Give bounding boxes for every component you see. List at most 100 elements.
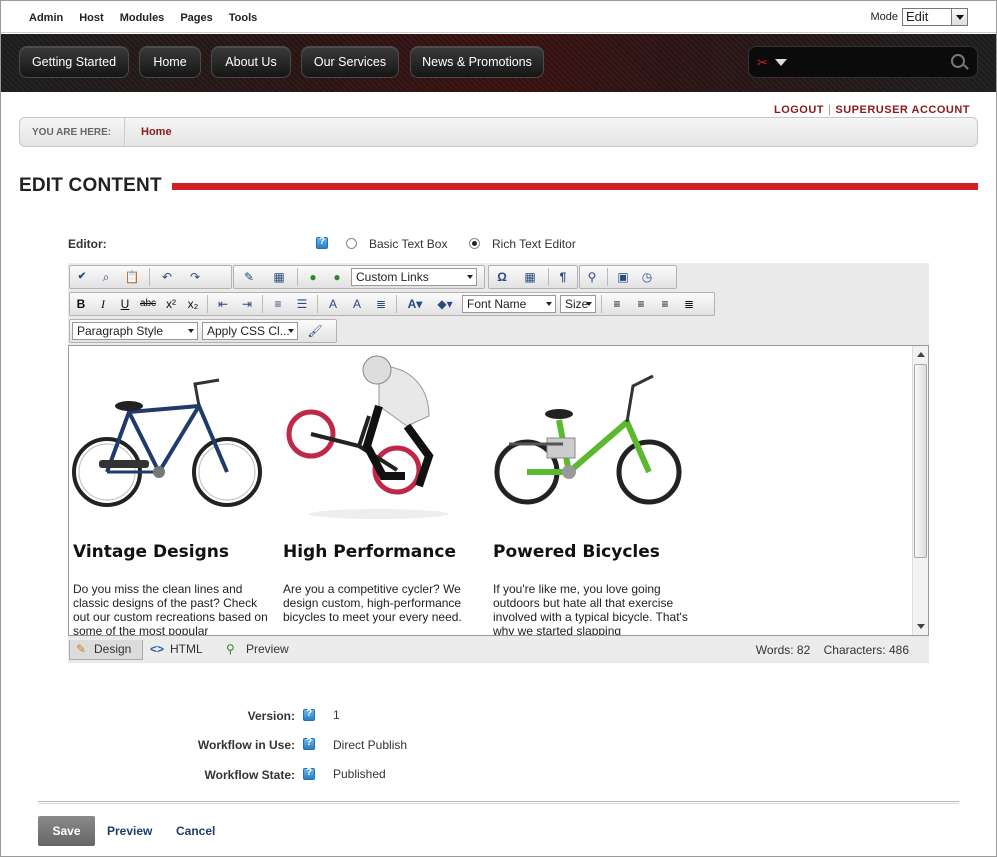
css-class-dropdown[interactable]: Apply CSS Cl... <box>202 322 298 340</box>
clock-icon[interactable]: ◷ <box>638 268 656 286</box>
font-size-down-icon[interactable]: A <box>348 295 366 313</box>
scroll-up-icon[interactable] <box>917 352 925 357</box>
nav-home[interactable]: Home <box>139 46 201 78</box>
search-provider-icon[interactable]: ✂ <box>757 55 791 71</box>
nav-about-us[interactable]: About Us <box>211 46 291 78</box>
format-painter-icon[interactable]: 🖌 <box>303 322 327 340</box>
undo-icon[interactable]: ↶ <box>156 268 178 286</box>
font-size-dropdown[interactable]: Size <box>560 295 596 313</box>
paragraph-style-dropdown[interactable]: Paragraph Style <box>72 322 198 340</box>
paragraph-mark-icon[interactable]: ¶ <box>555 268 571 286</box>
control-bar-menu: Admin Host Modules Pages Tools <box>29 12 273 24</box>
column-heading: Vintage Designs <box>73 542 229 562</box>
help-icon[interactable] <box>303 737 315 750</box>
help-icon[interactable] <box>303 708 315 721</box>
nav-our-services[interactable]: Our Services <box>301 46 399 78</box>
menu-admin[interactable]: Admin <box>29 12 63 24</box>
save-template-icon[interactable]: ▣ <box>614 268 632 286</box>
editor-label: Editor: <box>68 237 107 251</box>
tab-preview[interactable]: ⚲ Preview <box>222 640 302 660</box>
radio-basic-text-box[interactable] <box>346 238 357 249</box>
align-left-icon[interactable]: ≡ <box>608 295 626 313</box>
image-manager-icon[interactable]: ▦ <box>267 268 291 286</box>
superscript-icon[interactable]: x² <box>163 295 179 313</box>
indent-icon[interactable]: ⇥ <box>238 295 256 313</box>
menu-tools[interactable]: Tools <box>229 12 258 24</box>
justify-icon[interactable]: ≣ <box>680 295 698 313</box>
electric-bicycle-image <box>494 374 682 505</box>
custom-links-dropdown[interactable]: Custom Links <box>351 268 477 286</box>
toolbar-row-styles: Paragraph Style Apply CSS Cl... 🖌 <box>69 319 337 343</box>
account-link[interactable]: SUPERUSER ACCOUNT <box>835 104 970 116</box>
font-color-icon[interactable]: A▾ <box>403 295 427 313</box>
help-icon[interactable] <box>303 767 315 780</box>
menu-pages[interactable]: Pages <box>180 12 212 24</box>
search-icon[interactable] <box>951 54 965 68</box>
search-box[interactable]: ✂ <box>748 46 978 78</box>
nav-getting-started[interactable]: Getting Started <box>19 46 129 78</box>
column-heading: Powered Bicycles <box>493 542 660 562</box>
strikethrough-icon[interactable]: abc <box>139 295 157 313</box>
special-chars-icon[interactable]: Ω <box>492 268 512 286</box>
radio-rich-text-editor[interactable] <box>469 238 480 249</box>
unlink-icon[interactable]: ● <box>328 268 346 286</box>
magnifier-icon: ⚲ <box>226 642 235 656</box>
align-right-icon[interactable]: ≡ <box>656 295 674 313</box>
help-icon[interactable] <box>316 236 328 249</box>
vintage-bicycle-image <box>72 378 262 507</box>
tab-preview-label: Preview <box>246 642 289 656</box>
spellcheck-icon[interactable]: ✔ <box>73 268 91 286</box>
dropdown-arrow-icon[interactable] <box>951 9 967 25</box>
version-value: 1 <box>333 708 340 722</box>
table-icon[interactable]: ▦ <box>518 268 542 286</box>
template-icon[interactable]: ⚲ <box>583 268 601 286</box>
menu-modules[interactable]: Modules <box>120 12 165 24</box>
logout-link[interactable]: LOGOUT <box>774 104 824 116</box>
content-scrollbar[interactable] <box>912 346 928 635</box>
workflow-value: Direct Publish <box>333 738 408 752</box>
highlight-color-icon[interactable]: ◆▾ <box>433 295 457 313</box>
align-center-icon[interactable]: ≡ <box>632 295 650 313</box>
version-label: Version: <box>247 709 295 723</box>
page-title: EDIT CONTENT <box>19 175 162 196</box>
tab-html-label: HTML <box>170 642 203 656</box>
save-button[interactable]: Save <box>38 816 95 846</box>
underline-icon[interactable]: U <box>117 295 133 313</box>
italic-icon[interactable]: I <box>95 295 111 313</box>
format-stripper-icon[interactable]: ✎ <box>237 268 261 286</box>
scroll-thumb[interactable] <box>914 364 927 558</box>
mode-value: Edit <box>906 9 929 24</box>
bold-icon[interactable]: B <box>73 295 89 313</box>
nav-news-promotions[interactable]: News & Promotions <box>410 46 544 78</box>
tab-design[interactable]: ✎ Design <box>69 640 143 660</box>
radio-basic-text-box-label[interactable]: Basic Text Box <box>369 237 447 251</box>
word-count: Words: 82 <box>755 643 811 657</box>
font-name-dropdown[interactable]: Font Name <box>462 295 556 313</box>
mode-dropdown[interactable]: Edit <box>902 8 968 26</box>
breadcrumb-home-link[interactable]: Home <box>141 126 172 138</box>
subscript-icon[interactable]: x₂ <box>185 295 201 313</box>
numbered-list-icon[interactable]: ≡ <box>269 295 287 313</box>
paste-icon[interactable]: 📋 <box>121 268 143 286</box>
outdent-icon[interactable]: ⇤ <box>214 295 232 313</box>
menu-host[interactable]: Host <box>79 12 103 24</box>
toolbar-group-3: Ω ▦ ¶ <box>488 265 578 289</box>
cancel-button[interactable]: Cancel <box>176 824 215 838</box>
main-nav: Getting Started Home About Us Our Servic… <box>1 34 996 92</box>
preview-button[interactable]: Preview <box>107 824 152 838</box>
editor-content-area[interactable]: Vintage Designs Do you miss the clean li… <box>68 345 929 636</box>
breadcrumb-divider <box>124 118 126 146</box>
breadcrumb-label: YOU ARE HERE: <box>32 127 112 138</box>
radio-rich-text-editor-label[interactable]: Rich Text Editor <box>492 237 576 251</box>
find-icon[interactable]: ⌕ <box>97 268 115 286</box>
scroll-down-icon[interactable] <box>917 624 925 629</box>
workflow-label: Workflow in Use: <box>197 738 295 752</box>
form-divider <box>38 801 959 804</box>
line-spacing-icon[interactable]: ≣ <box>372 295 390 313</box>
bullet-list-icon[interactable]: ☰ <box>293 295 311 313</box>
redo-icon[interactable]: ↷ <box>184 268 206 286</box>
mode-selector: Mode Edit <box>870 8 968 26</box>
font-size-up-icon[interactable]: A <box>324 295 342 313</box>
hyperlink-icon[interactable]: ● <box>304 268 322 286</box>
tab-html[interactable]: <> HTML <box>146 640 216 660</box>
